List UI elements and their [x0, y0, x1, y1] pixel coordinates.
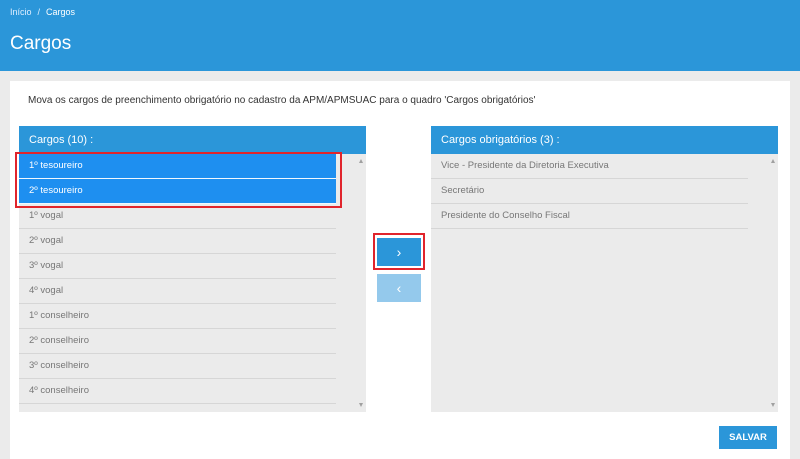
list-item[interactable]: 2º conselheiro	[19, 329, 336, 354]
cargos-list-box[interactable]: 1º tesoureiro 2º tesoureiro 1º vogal 2º vog…	[19, 154, 366, 412]
list-item[interactable]: 3º vogal	[19, 254, 336, 279]
list-item[interactable]: 1º conselheiro	[19, 304, 336, 329]
instruction-text: Mova os cargos de preenchimento obrigató…	[28, 95, 536, 106]
breadcrumb: Início / Cargos	[10, 7, 75, 17]
obrigatorios-list: Vice - Presidente da Diretoria Executiva…	[431, 154, 748, 229]
move-right-button[interactable]: ›	[377, 238, 421, 266]
scroll-up-icon[interactable]	[771, 159, 775, 163]
list-item[interactable]: 4º vogal	[19, 279, 336, 304]
scroll-down-icon[interactable]	[771, 403, 775, 407]
list-item[interactable]: 1º vogal	[19, 204, 336, 229]
move-left-button[interactable]: ‹	[377, 274, 421, 302]
scroll-up-icon[interactable]	[359, 159, 363, 163]
page-title: Cargos	[10, 33, 72, 54]
list-item[interactable]: 2º tesoureiro	[19, 179, 336, 204]
scroll-down-icon[interactable]	[359, 403, 363, 407]
obrigatorios-panel-header: Cargos obrigatórios (3) :	[431, 126, 778, 154]
chevron-right-icon: ›	[396, 244, 402, 260]
list-item[interactable]: Vice - Presidente da Diretoria Executiva	[431, 154, 748, 179]
obrigatorios-list-box[interactable]: Vice - Presidente da Diretoria Executiva…	[431, 154, 778, 412]
cargos-list: 1º tesoureiro 2º tesoureiro 1º vogal 2º vog…	[19, 154, 336, 404]
cargos-panel-header: Cargos (10) :	[19, 126, 366, 154]
list-item[interactable]: 2º vogal	[19, 229, 336, 254]
list-item[interactable]: Secretário	[431, 179, 748, 204]
obrigatorios-scrollbar[interactable]	[765, 154, 778, 412]
cargos-scrollbar[interactable]	[353, 154, 366, 412]
breadcrumb-home-link[interactable]: Início	[10, 7, 32, 17]
list-item[interactable]: 3º conselheiro	[19, 354, 336, 379]
breadcrumb-separator: /	[37, 7, 41, 17]
chevron-left-icon: ‹	[396, 280, 402, 296]
list-item[interactable]: 4º conselheiro	[19, 379, 336, 404]
save-button[interactable]: SALVAR	[719, 426, 777, 449]
list-item[interactable]: Presidente do Conselho Fiscal	[431, 204, 748, 229]
page-header: Início / Cargos Cargos	[0, 0, 800, 71]
list-item[interactable]: 1º tesoureiro	[19, 154, 336, 179]
content-card: Mova os cargos de preenchimento obrigató…	[10, 81, 790, 459]
breadcrumb-current: Cargos	[46, 7, 76, 17]
